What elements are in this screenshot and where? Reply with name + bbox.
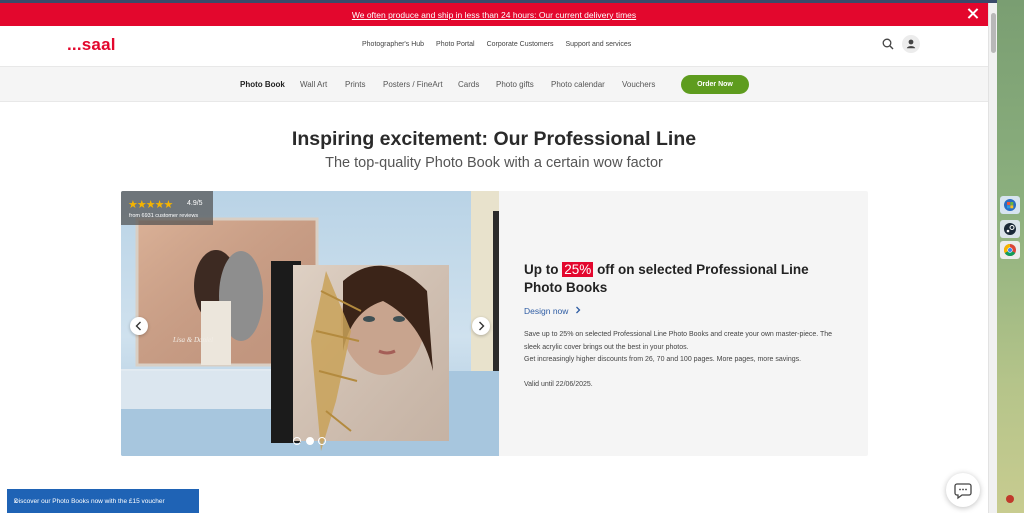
site-header: ...saal Photographer's Hub Photo Portal … <box>0 26 988 66</box>
user-icon[interactable] <box>902 35 920 53</box>
top-nav-support[interactable]: Support and services <box>566 41 632 48</box>
discount-badge: 25% <box>562 262 594 277</box>
top-nav-corporate-customers[interactable]: Corporate Customers <box>487 41 554 48</box>
voucher-close-icon[interactable]: x <box>14 498 194 505</box>
close-icon[interactable] <box>966 7 980 21</box>
page-subtitle: The top-quality Photo Book with a certai… <box>325 155 663 171</box>
design-now-label: Design now <box>524 306 569 316</box>
category-photo-book[interactable]: Photo Book <box>240 80 285 89</box>
offer-title: Up to 25% off on selected Professional L… <box>524 261 834 297</box>
delivery-times-link[interactable]: We often produce and ship in less than 2… <box>352 10 636 20</box>
offer-description-line-1: Save up to 25% on selected Professional … <box>524 331 833 351</box>
design-now-link[interactable]: Design now <box>524 306 582 316</box>
promo-bar: We often produce and ship in less than 2… <box>0 3 988 26</box>
category-nav: Photo Book Wall Art Prints Posters / Fin… <box>0 66 988 102</box>
offer-valid-until: Valid until 22/06/2025. <box>524 381 593 388</box>
carousel-prev-button[interactable] <box>130 317 148 335</box>
chat-icon <box>954 483 972 500</box>
page-scrollbar[interactable] <box>988 3 997 513</box>
hero-carousel: Lisa & Daniel ★★★★★ 4.9/5 from 6931 cust… <box>121 191 868 456</box>
windows-start-icon[interactable] <box>1000 196 1020 214</box>
steam-icon[interactable] <box>1000 220 1020 238</box>
rating-score: 4.9/5 <box>187 200 203 207</box>
top-nav: Photographer's Hub Photo Portal Corporat… <box>362 41 631 48</box>
order-now-button[interactable]: Order Now <box>681 75 749 94</box>
album-caption: Lisa & Daniel <box>173 336 214 344</box>
carousel-next-button[interactable] <box>472 317 490 335</box>
star-rating-icon: ★★★★★ <box>128 199 173 211</box>
carousel-dot-3[interactable] <box>318 437 326 445</box>
carousel-dot-1[interactable] <box>293 437 301 445</box>
desktop-taskbar <box>997 0 1024 513</box>
category-photo-gifts[interactable]: Photo gifts <box>496 80 534 89</box>
voucher-banner[interactable]: Discover our Photo Books now with the £1… <box>7 489 199 513</box>
category-posters-fineart[interactable]: Posters / FineArt <box>383 80 443 89</box>
category-wall-art[interactable]: Wall Art <box>300 80 327 89</box>
chevron-right-icon <box>479 321 485 331</box>
rating-badge: ★★★★★ 4.9/5 from 6931 customer reviews <box>121 191 213 225</box>
offer-description-line-2: Get increasingly higher discounts from 2… <box>524 356 802 363</box>
category-photo-calendar[interactable]: Photo calendar <box>551 80 605 89</box>
category-prints[interactable]: Prints <box>345 80 365 89</box>
chrome-icon[interactable] <box>1000 241 1020 259</box>
chevron-right-icon <box>575 306 581 314</box>
category-vouchers[interactable]: Vouchers <box>622 80 655 89</box>
top-nav-photo-portal[interactable]: Photo Portal <box>436 41 475 48</box>
offer-description: Save up to 25% on selected Professional … <box>524 329 844 367</box>
category-cards[interactable]: Cards <box>458 80 479 89</box>
review-count: from 6931 customer reviews <box>129 213 199 219</box>
browser-page: We often produce and ship in less than 2… <box>0 3 988 513</box>
chevron-left-icon <box>135 321 141 331</box>
chat-button[interactable] <box>946 473 980 507</box>
photo-book-illustration <box>121 191 499 456</box>
top-nav-photographers-hub[interactable]: Photographer's Hub <box>362 41 424 48</box>
page-title: Inspiring excitement: Our Professional L… <box>291 128 697 150</box>
carousel-dot-2[interactable] <box>306 437 314 445</box>
search-icon[interactable] <box>882 38 894 50</box>
saal-logo[interactable]: ...saal <box>67 35 116 55</box>
tray-icon[interactable] <box>1000 490 1020 508</box>
offer-title-prefix: Up to <box>524 262 559 277</box>
scrollbar-thumb[interactable] <box>991 13 996 53</box>
hero-image: Lisa & Daniel ★★★★★ 4.9/5 from 6931 cust… <box>121 191 499 456</box>
